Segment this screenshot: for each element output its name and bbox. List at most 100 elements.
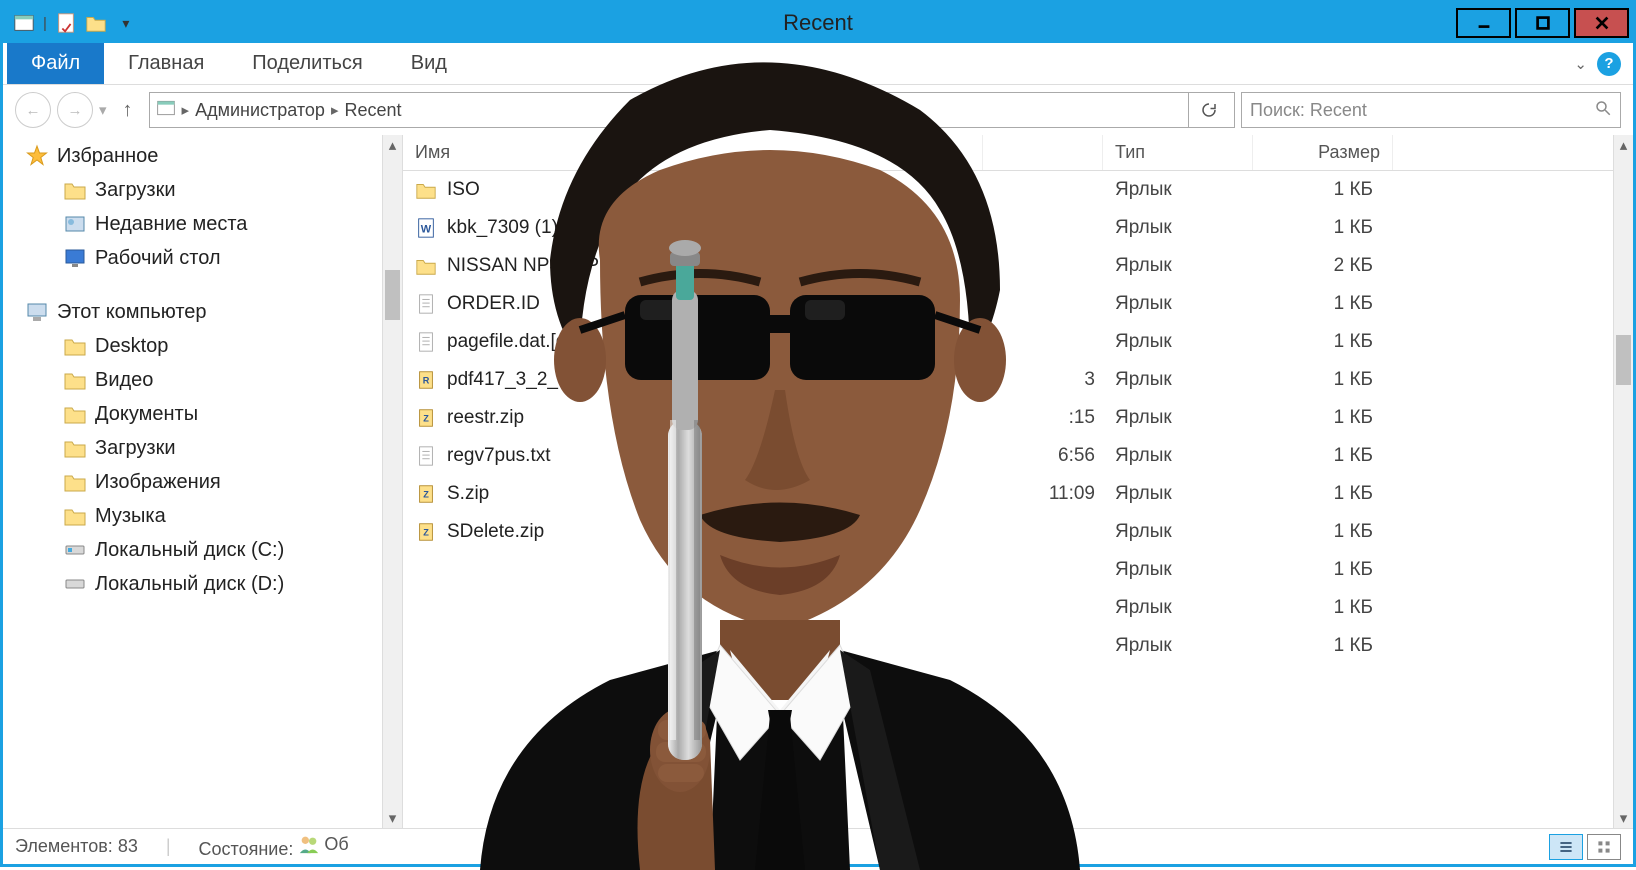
sidebar-item-music[interactable]: Музыка xyxy=(3,499,402,533)
file-row[interactable]: ZS.zip11:09Ярлык1 КБ xyxy=(403,475,1633,513)
file-row[interactable]: Wkbk_7309 (1).docЯрлык1 КБ xyxy=(403,209,1633,247)
file-size: 1 КБ xyxy=(1253,331,1393,353)
sidebar-scrollbar[interactable]: ▴ ▾ xyxy=(382,135,402,828)
chevron-right-icon[interactable]: ▸ xyxy=(182,101,190,119)
file-date: :15 xyxy=(983,407,1103,429)
sidebar-item-videos[interactable]: Видео xyxy=(3,363,402,397)
scroll-up-icon[interactable]: ▴ xyxy=(383,135,402,155)
minimize-button[interactable] xyxy=(1456,8,1511,38)
file-size: 2 КБ xyxy=(1253,255,1393,277)
file-row[interactable]: pagefile.dat.[den Ярлык1 КБ xyxy=(403,323,1633,361)
folder-icon xyxy=(63,334,87,358)
ribbon-tab-view[interactable]: Вид xyxy=(387,43,471,84)
item-count-label: Элементов: 83 xyxy=(15,836,138,857)
file-size: 1 КБ xyxy=(1253,445,1393,467)
scroll-down-icon[interactable]: ▾ xyxy=(383,808,402,828)
column-header-size[interactable]: Размер xyxy=(1253,135,1393,170)
file-icon: W xyxy=(415,217,437,239)
file-size: 1 КБ xyxy=(1253,597,1393,619)
sidebar-item-desktop-folder[interactable]: Desktop xyxy=(3,329,402,363)
file-size: 1 КБ xyxy=(1253,483,1393,505)
window-title: Recent xyxy=(783,10,853,36)
help-icon[interactable]: ? xyxy=(1597,52,1621,76)
file-row[interactable]: Ярлык1 КБ xyxy=(403,627,1633,665)
navigation-bar: ← → ▾ ↑ ▸ Администратор ▸ Recent Поиск: … xyxy=(3,85,1633,135)
file-row[interactable]: Zreestr.zip:15Ярлык1 КБ xyxy=(403,399,1633,437)
scroll-down-icon[interactable]: ▾ xyxy=(1614,808,1633,828)
ribbon-tab-share[interactable]: Поделиться xyxy=(228,43,386,84)
ribbon-tab-home[interactable]: Главная xyxy=(104,43,228,84)
nav-forward-button[interactable]: → xyxy=(57,92,93,128)
column-header-name[interactable]: Имя ▴ xyxy=(403,135,983,170)
file-row[interactable]: regv7pus.txt6:56Ярлык1 КБ xyxy=(403,437,1633,475)
sidebar-item-drive-d[interactable]: Локальный диск (D:) xyxy=(3,567,402,601)
refresh-button[interactable] xyxy=(1188,92,1228,128)
search-input[interactable]: Поиск: Recent xyxy=(1241,92,1621,128)
properties-icon[interactable] xyxy=(55,12,77,34)
svg-text:Z: Z xyxy=(423,414,429,424)
folder-icon xyxy=(63,504,87,528)
file-type: Ярлык xyxy=(1103,331,1253,353)
file-icon xyxy=(415,559,437,581)
computer-icon xyxy=(25,300,49,324)
breadcrumb-segment[interactable]: Recent xyxy=(344,100,401,121)
scrollbar-thumb[interactable] xyxy=(1616,335,1631,385)
content-scrollbar[interactable]: ▴ ▾ xyxy=(1613,135,1633,828)
maximize-button[interactable] xyxy=(1515,8,1570,38)
file-row[interactable]: ORDER.IDЯрлык1 КБ xyxy=(403,285,1633,323)
file-icon: Z xyxy=(415,483,437,505)
scrollbar-thumb[interactable] xyxy=(385,270,400,320)
folder-icon xyxy=(63,178,87,202)
address-bar[interactable]: ▸ Администратор ▸ Recent xyxy=(149,92,1235,128)
sidebar-item-desktop[interactable]: Рабочий стол xyxy=(3,241,402,275)
column-header-type[interactable]: Тип xyxy=(1103,135,1253,170)
file-name: kbk_7309 (1).doc xyxy=(447,217,594,239)
sidebar-favorites-header[interactable]: Избранное xyxy=(3,139,402,173)
view-details-button[interactable] xyxy=(1549,834,1583,860)
sidebar-computer-header[interactable]: Этот компьютер xyxy=(3,295,402,329)
file-name: pagefile.dat.[den xyxy=(447,331,588,353)
file-row[interactable]: Ярлык1 КБ xyxy=(403,589,1633,627)
search-icon[interactable] xyxy=(1594,99,1612,122)
file-size: 1 КБ xyxy=(1253,369,1393,391)
file-row[interactable]: Ярлык1 КБ xyxy=(403,551,1633,589)
file-row[interactable]: NISSAN NP300 PICЯрлык2 КБ xyxy=(403,247,1633,285)
file-date: 11:09 xyxy=(983,483,1103,505)
sidebar-item-recent-places[interactable]: Недавние места xyxy=(3,207,402,241)
file-row[interactable]: Rpdf417_3_2_4.rar3Ярлык1 КБ xyxy=(403,361,1633,399)
file-row[interactable]: ZSDelete.zipЯрлык1 КБ xyxy=(403,513,1633,551)
file-date: 6:56 xyxy=(983,445,1103,467)
sidebar-item-documents[interactable]: Документы xyxy=(3,397,402,431)
app-icon xyxy=(13,12,35,34)
file-list-pane: Имя ▴ Тип Размер ISOЯрлык1 КБWkbk_7309 (… xyxy=(403,135,1633,828)
column-header-date[interactable] xyxy=(983,135,1103,170)
file-type: Ярлык xyxy=(1103,255,1253,277)
file-type: Ярлык xyxy=(1103,597,1253,619)
nav-history-dropdown[interactable]: ▾ xyxy=(99,101,107,119)
view-icons-button[interactable] xyxy=(1587,834,1621,860)
ribbon: Файл Главная Поделиться Вид ⌄ ? xyxy=(3,43,1633,85)
folder-icon xyxy=(63,436,87,460)
new-folder-icon[interactable] xyxy=(85,12,107,34)
scroll-up-icon[interactable]: ▴ xyxy=(1614,135,1633,155)
nav-up-button[interactable]: ↑ xyxy=(113,99,143,122)
close-button[interactable] xyxy=(1574,8,1629,38)
nav-back-button[interactable]: ← xyxy=(15,92,51,128)
folder-icon xyxy=(63,470,87,494)
sidebar-item-downloads[interactable]: Загрузки xyxy=(3,173,402,207)
file-name: regv7pus.txt xyxy=(447,445,551,467)
ribbon-expand-icon[interactable]: ⌄ xyxy=(1574,55,1587,73)
status-bar: Элементов: 83 | Состояние: Об xyxy=(3,828,1633,864)
ribbon-tab-file[interactable]: Файл xyxy=(7,43,104,84)
sidebar-item-downloads-pc[interactable]: Загрузки xyxy=(3,431,402,465)
chevron-right-icon[interactable]: ▸ xyxy=(331,101,339,119)
address-location-icon xyxy=(156,98,176,122)
breadcrumb-segment[interactable]: Администратор xyxy=(195,100,325,121)
sidebar-item-pictures[interactable]: Изображения xyxy=(3,465,402,499)
drive-icon xyxy=(63,572,87,596)
file-type: Ярлык xyxy=(1103,293,1253,315)
file-name: ISO xyxy=(447,179,480,201)
file-row[interactable]: ISOЯрлык1 КБ xyxy=(403,171,1633,209)
sidebar-item-drive-c[interactable]: Локальный диск (C:) xyxy=(3,533,402,567)
qat-dropdown-icon[interactable]: ▾ xyxy=(115,12,137,34)
